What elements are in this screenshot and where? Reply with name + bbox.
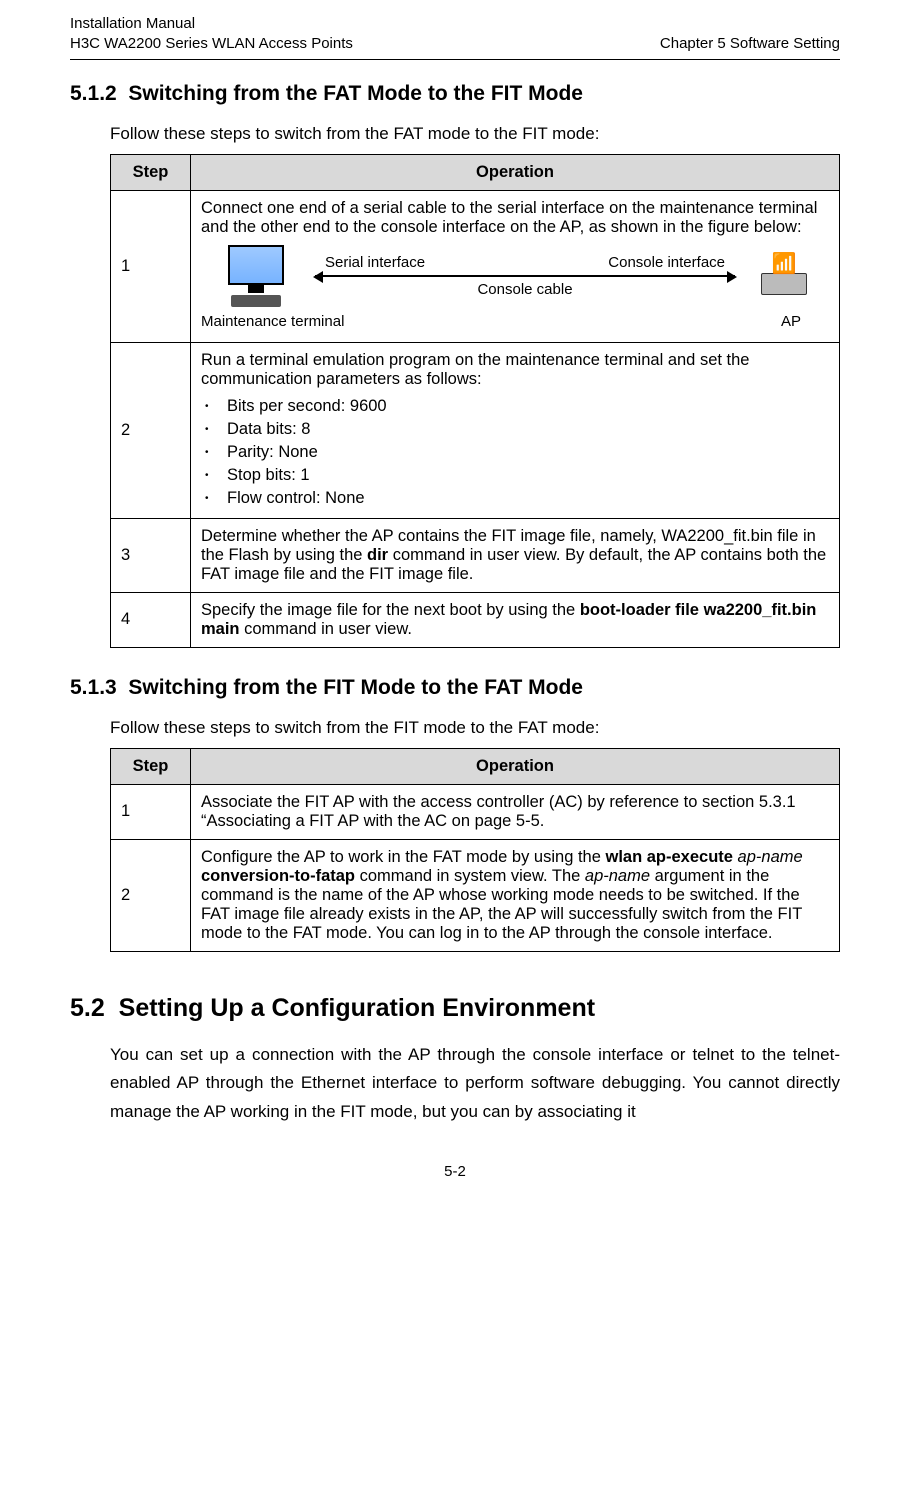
op-seg: command in system view. The — [355, 867, 585, 885]
cell-step-no: 1 — [111, 190, 191, 342]
th-operation: Operation — [191, 154, 840, 190]
op-text: Run a terminal emulation program on the … — [201, 351, 829, 389]
list-item: Flow control: None — [201, 487, 829, 510]
header-left-line2: H3C WA2200 Series WLAN Access Points — [70, 34, 353, 54]
maintenance-terminal-icon — [201, 245, 311, 307]
table-row: 1 Associate the FIT AP with the access c… — [111, 784, 840, 839]
th-step: Step — [111, 154, 191, 190]
table-row: 4 Specify the image file for the next bo… — [111, 592, 840, 647]
header-rule — [70, 59, 840, 60]
heading-title: Setting Up a Configuration Environment — [119, 994, 595, 1022]
terminal-caption: Maintenance terminal — [201, 313, 344, 330]
intro-5-1-3: Follow these steps to switch from the FI… — [110, 718, 840, 738]
op-text-post: command in user view. — [240, 620, 412, 638]
table-row: 2 Configure the AP to work in the FAT mo… — [111, 839, 840, 951]
steps-table-2: Step Operation 1 Associate the FIT AP wi… — [110, 748, 840, 952]
section-5-2-paragraph: You can set up a connection with the AP … — [110, 1041, 840, 1128]
cable-line-icon — [315, 275, 735, 277]
heading-5-1-3: 5.1.3 Switching from the FIT Mode to the… — [70, 676, 840, 700]
th-operation: Operation — [191, 748, 840, 784]
cell-operation: Specify the image file for the next boot… — [191, 592, 840, 647]
table-header-row: Step Operation — [111, 748, 840, 784]
list-item: Stop bits: 1 — [201, 464, 829, 487]
header-right: Chapter 5 Software Setting — [660, 34, 840, 54]
ap-icon: 📶 — [739, 257, 829, 295]
cell-step-no: 4 — [111, 592, 191, 647]
intro-5-1-2: Follow these steps to switch from the FA… — [110, 124, 840, 144]
th-step: Step — [111, 748, 191, 784]
heading-5-2: 5.2 Setting Up a Configuration Environme… — [70, 994, 840, 1023]
steps-table-1: Step Operation 1 Connect one end of a se… — [110, 154, 840, 648]
cell-operation: Connect one end of a serial cable to the… — [191, 190, 840, 342]
cell-operation: Associate the FIT AP with the access con… — [191, 784, 840, 839]
page-header: Installation Manual H3C WA2200 Series WL… — [70, 14, 840, 55]
cell-operation: Determine whether the AP contains the FI… — [191, 518, 840, 592]
table-header-row: Step Operation — [111, 154, 840, 190]
list-item: Data bits: 8 — [201, 418, 829, 441]
page-number: 5-2 — [70, 1163, 840, 1180]
cell-step-no: 2 — [111, 839, 191, 951]
list-item: Parity: None — [201, 441, 829, 464]
document-page: Installation Manual H3C WA2200 Series WL… — [0, 0, 910, 1210]
console-cable-label: Console cable — [311, 281, 739, 298]
list-item: Bits per second: 9600 — [201, 395, 829, 418]
cmd-wlan-ap-execute: wlan ap-execute — [605, 848, 732, 866]
cell-operation: Configure the AP to work in the FAT mode… — [191, 839, 840, 951]
header-left: Installation Manual H3C WA2200 Series WL… — [70, 14, 353, 55]
table-row: 3 Determine whether the AP contains the … — [111, 518, 840, 592]
arg-ap-name: ap-name — [585, 867, 650, 885]
comm-params-list: Bits per second: 9600 Data bits: 8 Parit… — [201, 395, 829, 510]
cell-operation: Run a terminal emulation program on the … — [191, 342, 840, 518]
wifi-waves-icon: 📶 — [739, 257, 829, 271]
cmd-conversion-to-fatap: conversion-to-fatap — [201, 867, 355, 885]
op-text-pre: Specify the image file for the next boot… — [201, 601, 580, 619]
heading-title: Switching from the FIT Mode to the FAT M… — [128, 676, 583, 699]
heading-number: 5.2 — [70, 994, 105, 1022]
header-left-line1: Installation Manual — [70, 14, 353, 34]
console-interface-label: Console interface — [608, 254, 725, 271]
cmd-dir: dir — [367, 546, 388, 564]
heading-number: 5.1.3 — [70, 676, 117, 699]
op-text: Connect one end of a serial cable to the… — [201, 199, 829, 237]
heading-5-1-2: 5.1.2 Switching from the FAT Mode to the… — [70, 82, 840, 106]
table-row: 1 Connect one end of a serial cable to t… — [111, 190, 840, 342]
serial-interface-label: Serial interface — [325, 254, 425, 271]
cable-diagram: Serial interface Console interface Conso… — [311, 254, 739, 298]
heading-title: Switching from the FAT Mode to the FIT M… — [128, 82, 583, 105]
arg-ap-name: ap-name — [738, 848, 803, 866]
cell-step-no: 3 — [111, 518, 191, 592]
op-seg: Configure the AP to work in the FAT mode… — [201, 848, 605, 866]
ap-caption: AP — [781, 313, 827, 330]
table-row: 2 Run a terminal emulation program on th… — [111, 342, 840, 518]
cell-step-no: 1 — [111, 784, 191, 839]
cell-step-no: 2 — [111, 342, 191, 518]
connection-diagram: Serial interface Console interface Conso… — [201, 245, 829, 330]
heading-number: 5.1.2 — [70, 82, 117, 105]
